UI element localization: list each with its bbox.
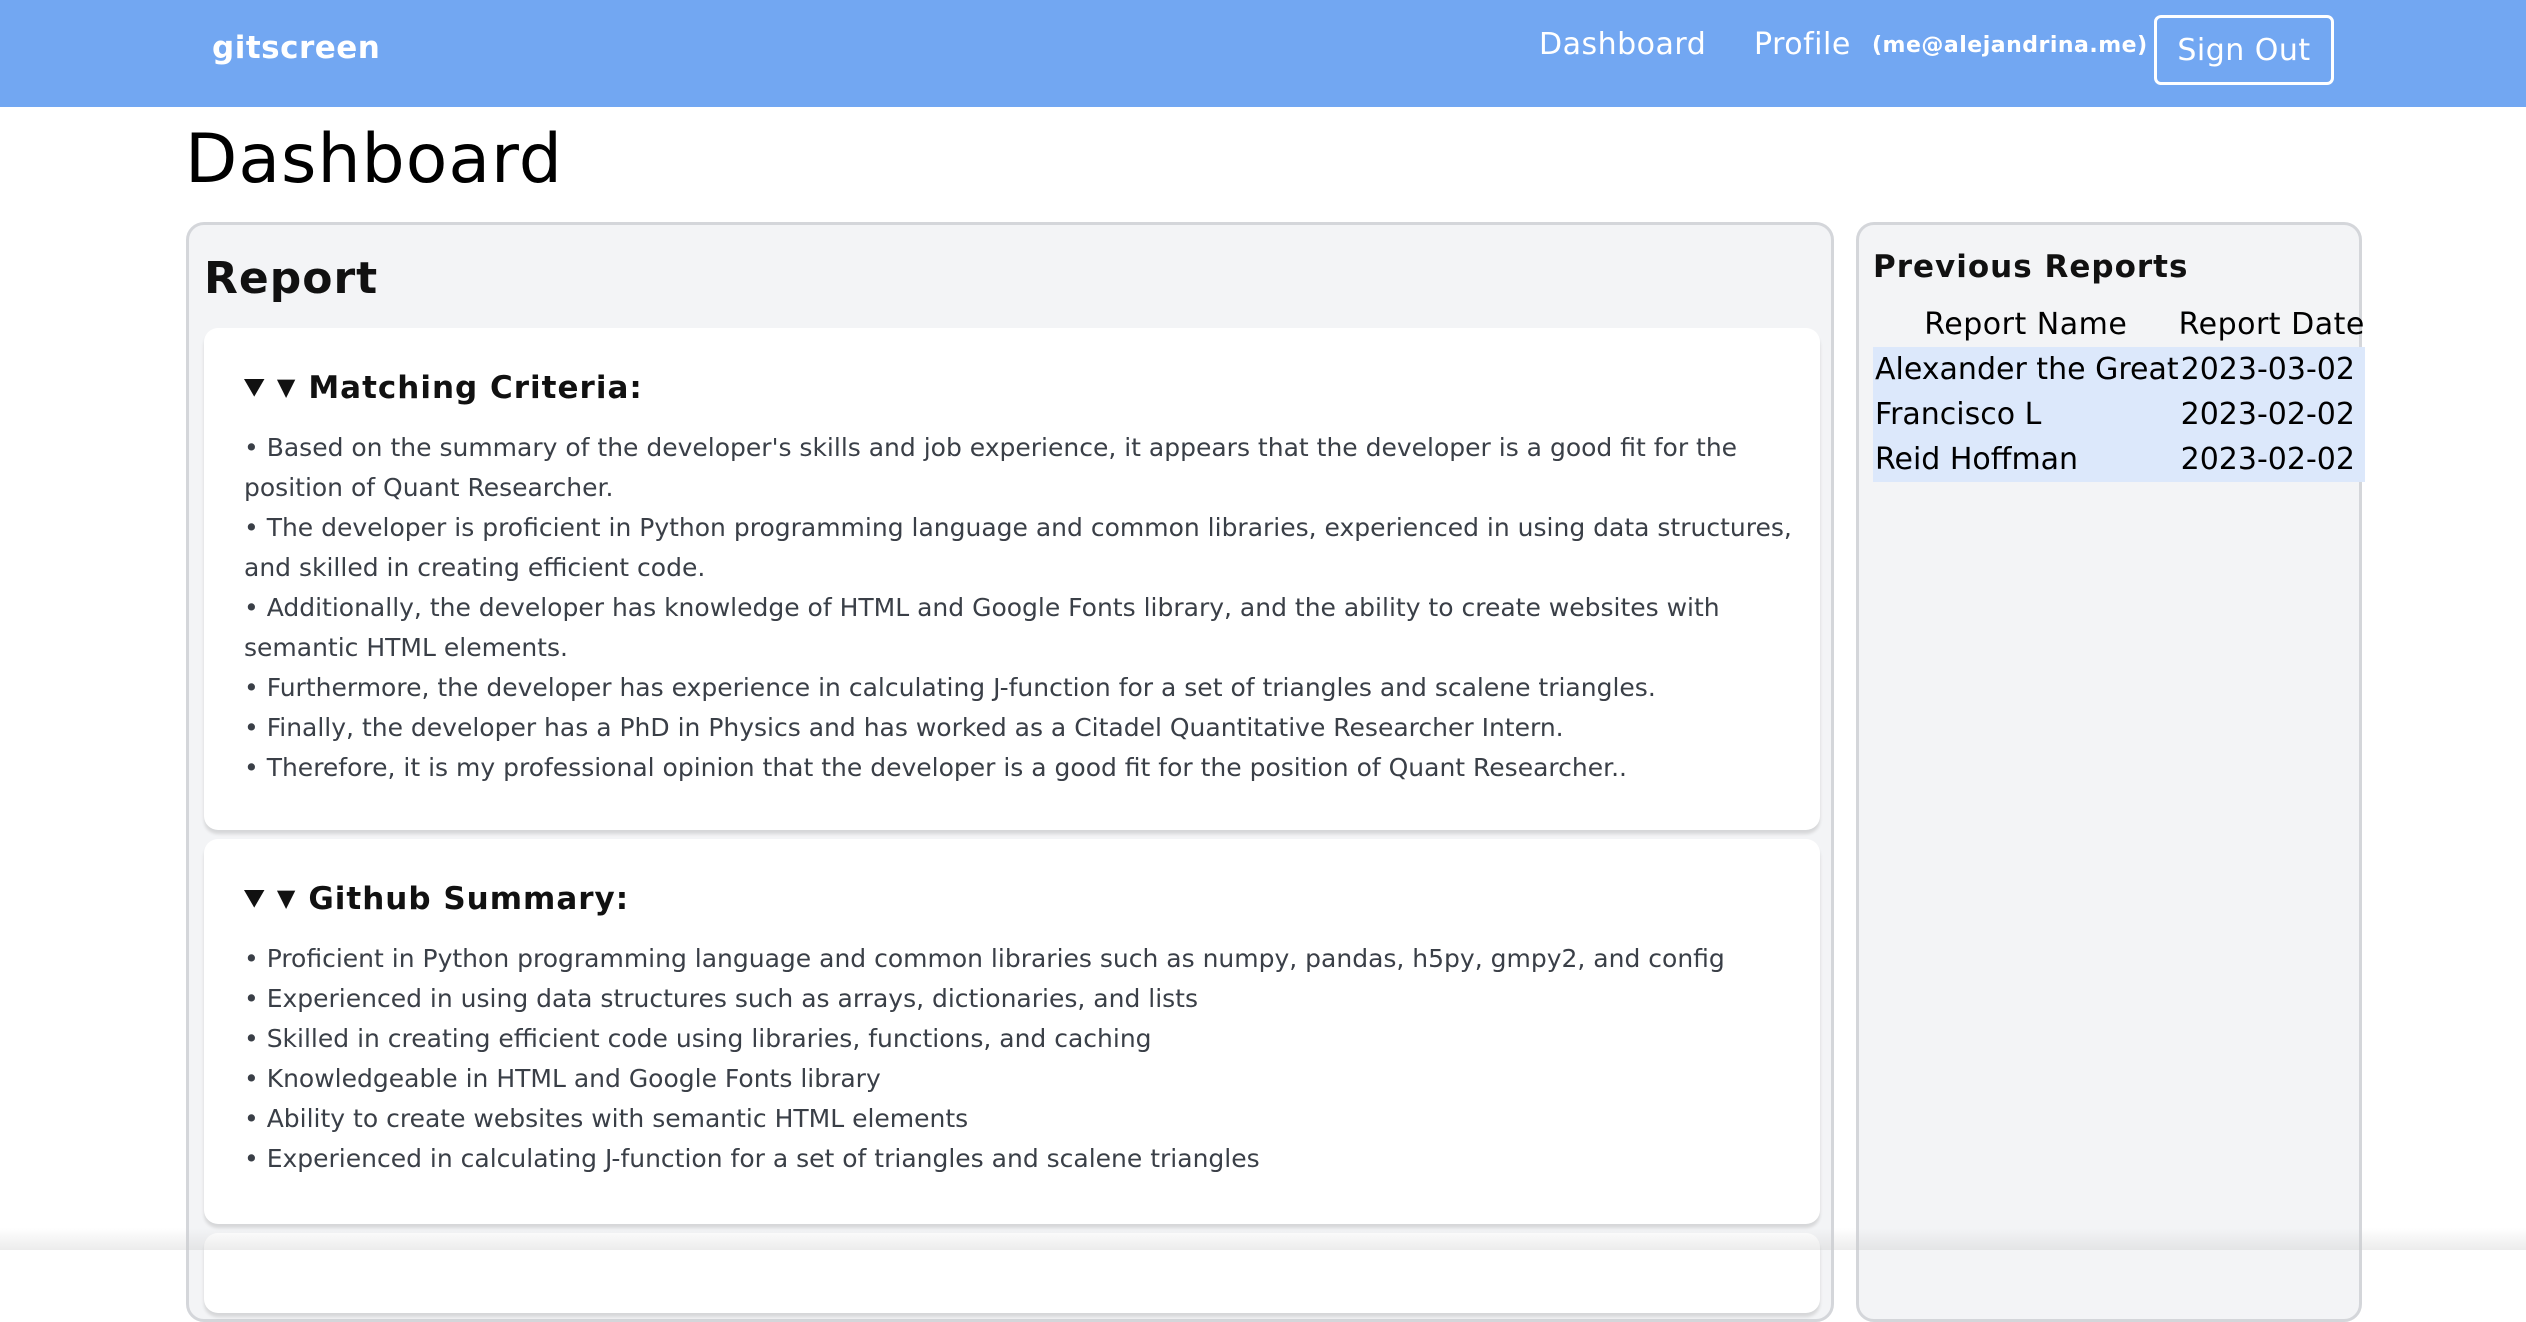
criteria-item: • Furthermore, the developer has experie… (244, 673, 1656, 702)
report-date-cell: 2023-03-02 (2178, 347, 2365, 392)
sign-out-button[interactable]: Sign Out (2154, 15, 2334, 85)
github-summary-section: ▼ Github Summary: • Proficient in Python … (204, 839, 1820, 1224)
previous-reports-heading: Previous Reports (1873, 249, 2189, 285)
summary-item: • Experienced in calculating J-function … (244, 1144, 1260, 1173)
next-section-card (204, 1233, 1820, 1313)
criteria-item: • Additionally, the developer has knowle… (244, 593, 1720, 662)
brand-logo-link[interactable]: gitscreen (212, 30, 380, 66)
criteria-item: • Therefore, it is my professional opini… (244, 753, 1627, 782)
report-name-cell: Reid Hoffman (1873, 437, 2179, 482)
report-date-cell: 2023-02-02 (2178, 392, 2365, 437)
caret-down-icon: ▼ (276, 884, 297, 912)
summary-item: • Proficient in Python programming langu… (244, 944, 1725, 973)
table-row[interactable]: Francisco L 2023-02-02 (1873, 392, 2365, 437)
table-row[interactable]: Alexander the Great 2023-03-02 (1873, 347, 2365, 392)
summary-item: • Experienced in using data structures s… (244, 984, 1199, 1013)
previous-reports-table: Report Name Report Date Alexander the Gr… (1873, 301, 2365, 482)
criteria-item: • The developer is proficient in Python … (244, 513, 1792, 582)
summary-item: • Ability to create websites with semant… (244, 1104, 969, 1133)
nav-link-profile[interactable]: Profile (1754, 27, 1851, 62)
report-date-cell: 2023-02-02 (2178, 437, 2365, 482)
user-email: (me@alejandrina.me) (1872, 33, 2148, 58)
github-summary-toggle[interactable]: ▼ Github Summary: (244, 881, 629, 917)
matching-criteria-section: ▼ Matching Criteria: • Based on the summa… (204, 328, 1820, 830)
matching-criteria-content: • Based on the summary of the developer'… (244, 428, 1794, 788)
caret-down-icon: ▼ (276, 373, 297, 401)
report-panel: Report ▼ Matching Criteria: • Based on th… (186, 222, 1834, 1322)
section-title: Github Summary: (308, 881, 630, 917)
table-row[interactable]: Reid Hoffman 2023-02-02 (1873, 437, 2365, 482)
column-header-report-name: Report Name (1924, 306, 2128, 342)
summary-item: • Skilled in creating efficient code usi… (244, 1024, 1152, 1053)
report-heading: Report (204, 253, 379, 304)
criteria-item: • Based on the summary of the developer'… (244, 433, 1738, 502)
page-title: Dashboard (185, 120, 563, 199)
matching-criteria-toggle[interactable]: ▼ Matching Criteria: (244, 370, 643, 406)
report-name-cell: Francisco L (1873, 392, 2179, 437)
report-name-cell: Alexander the Great (1873, 347, 2179, 392)
summary-item: • Knowledgeable in HTML and Google Fonts… (244, 1064, 881, 1093)
previous-reports-panel: Previous Reports Report Name Report Date… (1856, 222, 2365, 1322)
github-summary-content: • Proficient in Python programming langu… (244, 939, 1794, 1179)
top-navbar: gitscreen Dashboard Profile (me@alejandr… (0, 0, 2526, 107)
criteria-item: • Finally, the developer has a PhD in Ph… (244, 713, 1564, 742)
column-header-report-date: Report Date (2178, 306, 2365, 342)
nav-link-dashboard[interactable]: Dashboard (1539, 27, 1706, 62)
section-title: Matching Criteria: (308, 370, 643, 406)
table-header-row: Report Name Report Date (1873, 301, 2365, 347)
